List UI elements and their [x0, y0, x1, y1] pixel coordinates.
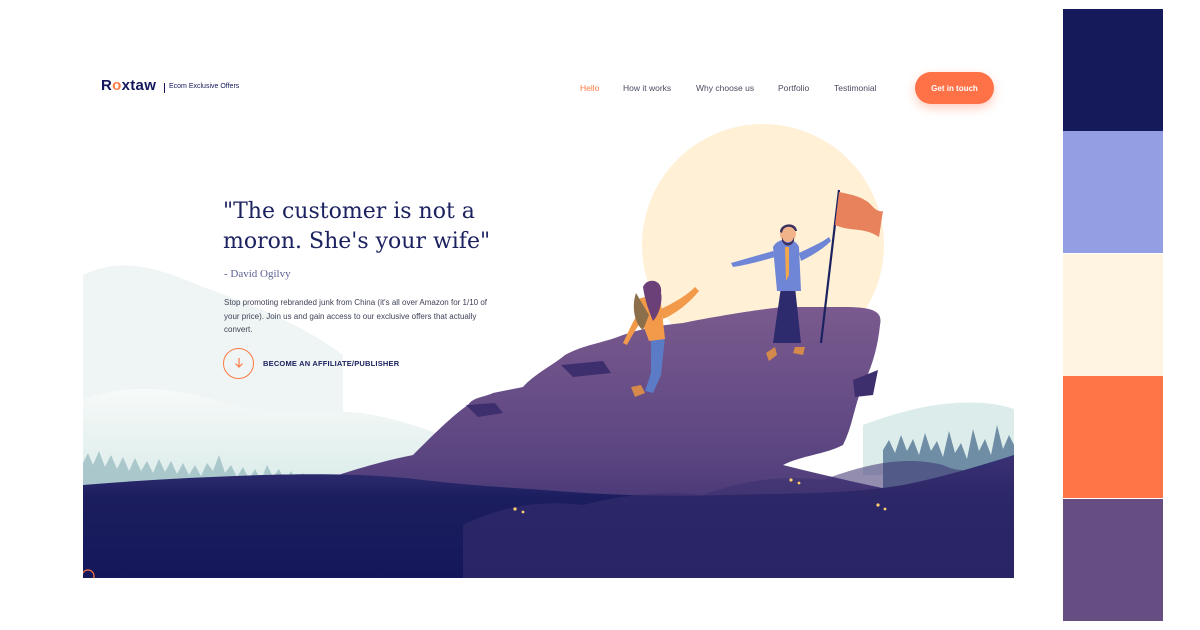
hero-illustration [83, 124, 1014, 578]
landing-page: Roxtaw Ecom Exclusive Offers Hello How i… [83, 25, 1014, 578]
swatch-orange [1063, 376, 1163, 498]
swatch-cream [1063, 254, 1163, 376]
swatch-periwinkle [1063, 131, 1163, 253]
nav-link-portfolio[interactable]: Portfolio [778, 83, 809, 93]
swatch-purple [1063, 499, 1163, 621]
nav-link-why-choose-us[interactable]: Why choose us [696, 83, 754, 93]
main-navigation: Hello How it works Why choose us Portfol… [83, 83, 1014, 97]
nav-link-hello[interactable]: Hello [580, 83, 599, 93]
become-affiliate-button[interactable]: BECOME AN AFFILIATE/PUBLISHER [223, 346, 399, 380]
hero-quote: "The customer is not a moron. She's your… [223, 199, 491, 254]
get-in-touch-button[interactable]: Get in touch [915, 72, 994, 104]
nav-link-testimonial[interactable]: Testimonial [834, 83, 877, 93]
hero-description: Stop promoting rebranded junk from China… [224, 298, 487, 334]
quote-author: - David Ogilvy [224, 268, 291, 280]
swatch-navy [1063, 9, 1163, 131]
color-palette [1063, 9, 1163, 621]
arrow-down-icon [223, 347, 254, 379]
become-affiliate-label: BECOME AN AFFILIATE/PUBLISHER [263, 358, 400, 368]
nav-link-how-it-works[interactable]: How it works [623, 83, 671, 93]
